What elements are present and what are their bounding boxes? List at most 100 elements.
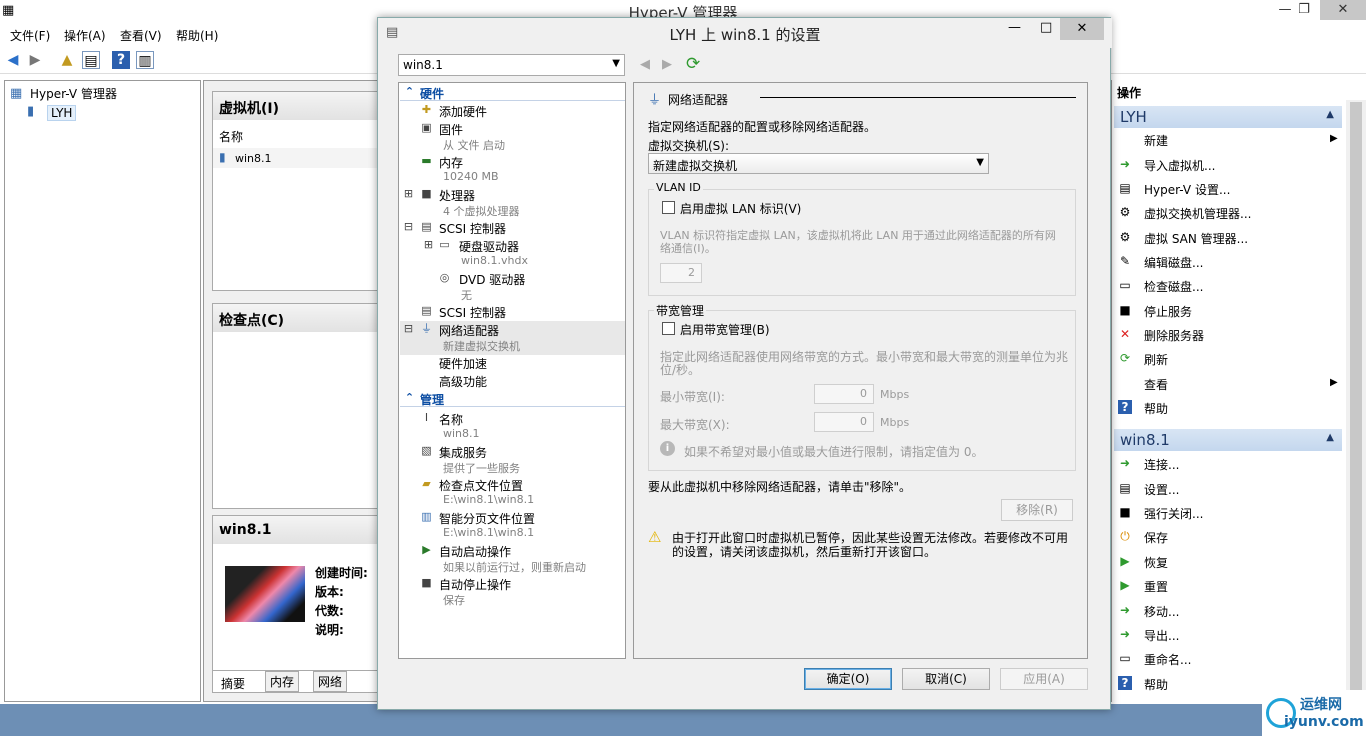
virtual-switch-dropdown[interactable]: 新建虚拟交换机 ▼ [648,153,989,174]
action-item[interactable]: 新建 [1144,132,1168,149]
action-item[interactable]: 强行关闭... [1144,505,1203,522]
actions-section-host[interactable]: LYH ▲ [1114,106,1342,128]
tree-dvd-drive[interactable]: DVD 驱动器 [459,271,525,288]
tree-root-label[interactable]: Hyper-V 管理器 [30,85,117,102]
action-item[interactable]: 刷新 [1144,351,1168,368]
dialog-close-button[interactable]: ✕ [1060,18,1104,40]
submenu-arrow-icon: ▶ [1330,133,1338,144]
actions-pane: 操作 LYH ▲ 新建 ➜ 导入虚拟机... ▤ Hyper-V 设置... ⚙ 虚拟交换机… [1111,80,1366,702]
collapse-up-icon[interactable]: ▲ [1326,109,1334,120]
menu-action[interactable]: 操作(A) [64,27,106,44]
vlan-checkbox[interactable] [662,201,675,214]
tree-hardware-acceleration[interactable]: 硬件加速 [439,355,487,372]
tree-add-hardware[interactable]: 添加硬件 [439,103,487,120]
cancel-button[interactable]: 取消(C) [902,668,990,690]
tree-hard-drive[interactable]: 硬盘驱动器 [459,238,519,255]
refresh-icon: ⟳ [1119,351,1131,365]
tab-network[interactable]: 网络 [313,671,348,692]
collapse-double-up-icon[interactable]: ⌃ [402,84,417,99]
action-item[interactable]: 帮助 [1144,676,1168,693]
vm-column-name[interactable]: 名称 [219,128,243,145]
tree-scsi-controller-2[interactable]: SCSI 控制器 [439,304,506,321]
vlan-checkbox-label[interactable]: 启用虚拟 LAN 标识(V) [680,200,801,217]
tree-paging-location[interactable]: 智能分页文件位置 [439,510,535,527]
menu-view[interactable]: 查看(V) [120,27,162,44]
detail-created-label: 创建时间: [315,566,368,580]
refresh-icon[interactable]: ⟳ [686,54,700,74]
action-item[interactable]: 停止服务 [1144,303,1192,320]
collapse-minus-icon[interactable]: ⊟ [401,219,416,234]
hard-drive-icon: ▭ [439,238,450,251]
tree-host-label[interactable]: LYH [47,105,77,121]
expand-plus-icon[interactable]: ⊞ [421,237,436,252]
tree-scsi-controller-1[interactable]: SCSI 控制器 [439,220,506,237]
tab-summary[interactable]: 摘要 [221,675,245,692]
action-item[interactable]: 编辑磁盘... [1144,254,1203,271]
virtual-switch-value: 新建虚拟交换机 [653,159,738,173]
tree-processor[interactable]: 处理器 [439,187,475,204]
tree-memory[interactable]: 内存 [439,154,463,171]
prev-arrow-icon[interactable]: ◀ [640,57,650,72]
collapse-double-up-icon[interactable]: ⌃ [402,390,417,405]
action-item[interactable]: 连接... [1144,456,1179,473]
max-bandwidth-input[interactable]: 0 [814,412,874,432]
up-folder-icon[interactable]: ▲ [58,51,76,69]
action-item[interactable]: 恢复 [1144,554,1168,571]
close-button[interactable]: ✕ [1320,0,1366,20]
bandwidth-checkbox[interactable] [662,322,675,335]
paging-file-icon: ▥ [421,510,432,523]
back-arrow-icon[interactable]: ◀ [4,51,22,69]
remove-button[interactable]: 移除(R) [1001,499,1073,521]
action-item[interactable]: 删除服务器 [1144,327,1204,344]
action-item[interactable]: 重置 [1144,578,1168,595]
dialog-minimize-button[interactable]: — [1008,20,1021,35]
menu-file[interactable]: 文件(F) [10,27,50,44]
vm-select-dropdown[interactable]: win8.1 ▼ [398,54,625,76]
action-item[interactable]: 重命名... [1144,651,1191,668]
resume-icon: ▶ [1120,554,1130,568]
action-item[interactable]: 设置... [1144,481,1179,498]
expand-plus-icon[interactable]: ⊞ [401,186,416,201]
action-item[interactable]: 检查磁盘... [1144,278,1203,295]
tree-network-adapter[interactable]: 网络适配器 [439,322,499,339]
action-item[interactable]: Hyper-V 设置... [1144,181,1230,198]
bandwidth-checkbox-label[interactable]: 启用带宽管理(B) [680,321,770,338]
ok-button[interactable]: 确定(O) [804,668,892,690]
management-header-row[interactable]: ⌃ 管理 [400,390,625,407]
vlan-id-input[interactable]: 2 [660,263,702,283]
watermark-logo: 运维网 iyunv.com [1262,690,1366,736]
action-item[interactable]: 查看 [1144,376,1168,393]
actions-section-vm[interactable]: win8.1 ▲ [1114,429,1342,451]
next-arrow-icon[interactable]: ▶ [662,57,672,72]
dialog-maximize-button[interactable]: □ [1040,20,1052,35]
action-item[interactable]: 导入虚拟机... [1144,157,1215,174]
tree-auto-start[interactable]: 自动启动操作 [439,543,511,560]
forward-arrow-icon[interactable]: ▶ [26,51,44,69]
scrollbar-thumb[interactable] [1350,102,1362,702]
tree-integration-services[interactable]: 集成服务 [439,444,487,461]
action-item[interactable]: 导出... [1144,627,1179,644]
menu-help[interactable]: 帮助(H) [176,27,218,44]
tree-auto-stop[interactable]: 自动停止操作 [439,576,511,593]
show-tree-icon[interactable]: ▤ [82,51,100,69]
vm-row[interactable]: ▮ win8.1 [213,148,383,168]
name-icon: I [424,411,429,424]
min-bandwidth-input[interactable]: 0 [814,384,874,404]
actions-scrollbar[interactable] [1346,100,1366,702]
collapse-minus-icon[interactable]: ⊟ [401,321,416,336]
action-item[interactable]: 虚拟 SAN 管理器... [1144,230,1248,247]
show-action-pane-icon[interactable]: ▥ [136,51,154,69]
action-item[interactable]: 移动... [1144,603,1179,620]
tab-memory[interactable]: 内存 [265,671,300,692]
tree-checkpoint-location[interactable]: 检查点文件位置 [439,477,523,494]
apply-button[interactable]: 应用(A) [1000,668,1088,690]
action-item[interactable]: 虚拟交换机管理器... [1144,205,1251,222]
tree-name[interactable]: 名称 [439,411,463,428]
action-item[interactable]: 保存 [1144,529,1168,546]
action-item[interactable]: 帮助 [1144,400,1168,417]
hardware-header-row[interactable]: ⌃ 硬件 [400,84,625,101]
collapse-up-icon[interactable]: ▲ [1326,432,1334,443]
help-icon[interactable]: ? [112,51,130,69]
tree-firmware[interactable]: 固件 [439,121,463,138]
tree-advanced-features[interactable]: 高级功能 [439,373,487,390]
